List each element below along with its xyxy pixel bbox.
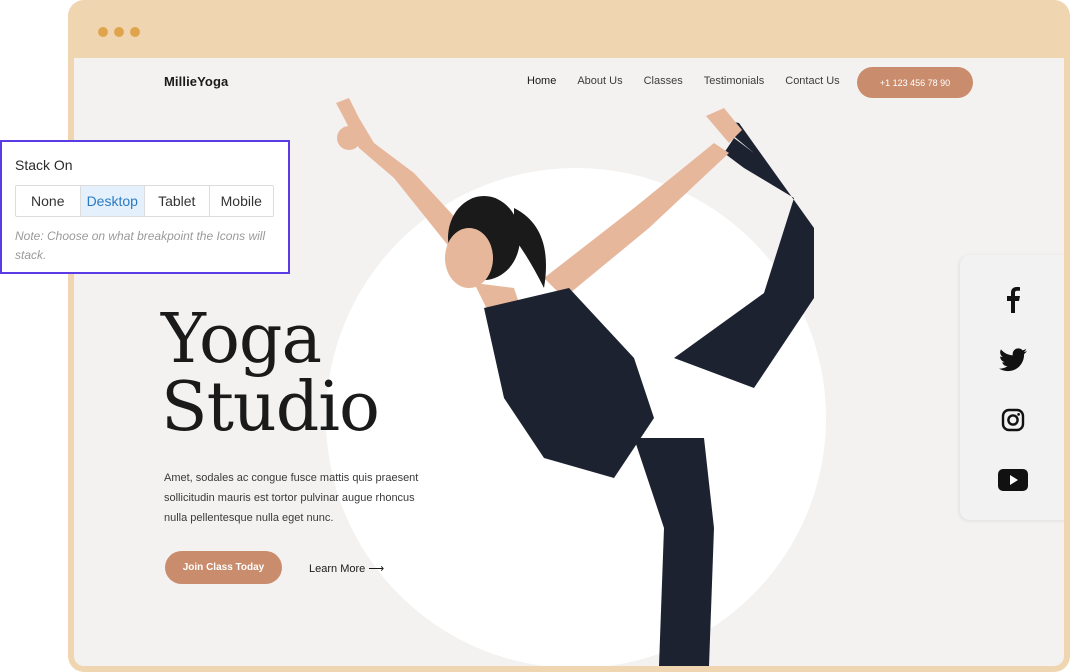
window-controls [98,27,140,37]
facebook-icon[interactable] [998,285,1028,315]
hero-title-line2: Studio [161,368,380,447]
nav-testimonials[interactable]: Testimonials [704,75,765,87]
site-logo[interactable]: MillieYoga [164,74,228,89]
window-dot-2[interactable] [114,27,124,37]
social-icons-bar [960,255,1064,520]
stack-on-note: Note: Choose on what breakpoint the Icon… [15,229,266,262]
nav-home[interactable]: Home [527,75,556,87]
arrow-right-icon: ⟶ [368,563,385,575]
nav-contact-us[interactable]: Contact Us [785,75,839,87]
main-nav: Home About Us Classes Testimonials Conta… [527,75,840,87]
stack-option-desktop[interactable]: Desktop [80,186,145,216]
stack-option-mobile[interactable]: Mobile [210,186,274,216]
nav-classes[interactable]: Classes [644,75,683,87]
instagram-icon[interactable] [998,405,1028,435]
join-class-button[interactable]: Join Class Today [165,551,282,584]
learn-more-link[interactable]: Learn More ⟶ [309,562,384,575]
browser-frame: MillieYoga Home About Us Classes Testimo… [68,0,1070,672]
youtube-icon[interactable] [998,465,1028,495]
hero-title: Yoga Studio [161,300,380,447]
stack-on-panel: Stack On None Desktop Tablet Mobile Note… [0,140,290,274]
stack-on-label: Stack On [15,157,73,173]
learn-more-label: Learn More [309,563,366,575]
stack-on-segmented-control: None Desktop Tablet Mobile [15,185,274,217]
stack-option-tablet[interactable]: Tablet [145,186,210,216]
window-dot-1[interactable] [98,27,108,37]
hero-title-line1: Yoga [161,300,322,379]
nav-about-us[interactable]: About Us [577,75,622,87]
twitter-icon[interactable] [998,345,1028,375]
phone-button[interactable]: +1 123 456 78 90 [857,67,973,98]
window-dot-3[interactable] [130,27,140,37]
hero-description: Amet, sodales ac congue fusce mattis qui… [164,472,419,524]
stack-option-none[interactable]: None [16,186,81,216]
